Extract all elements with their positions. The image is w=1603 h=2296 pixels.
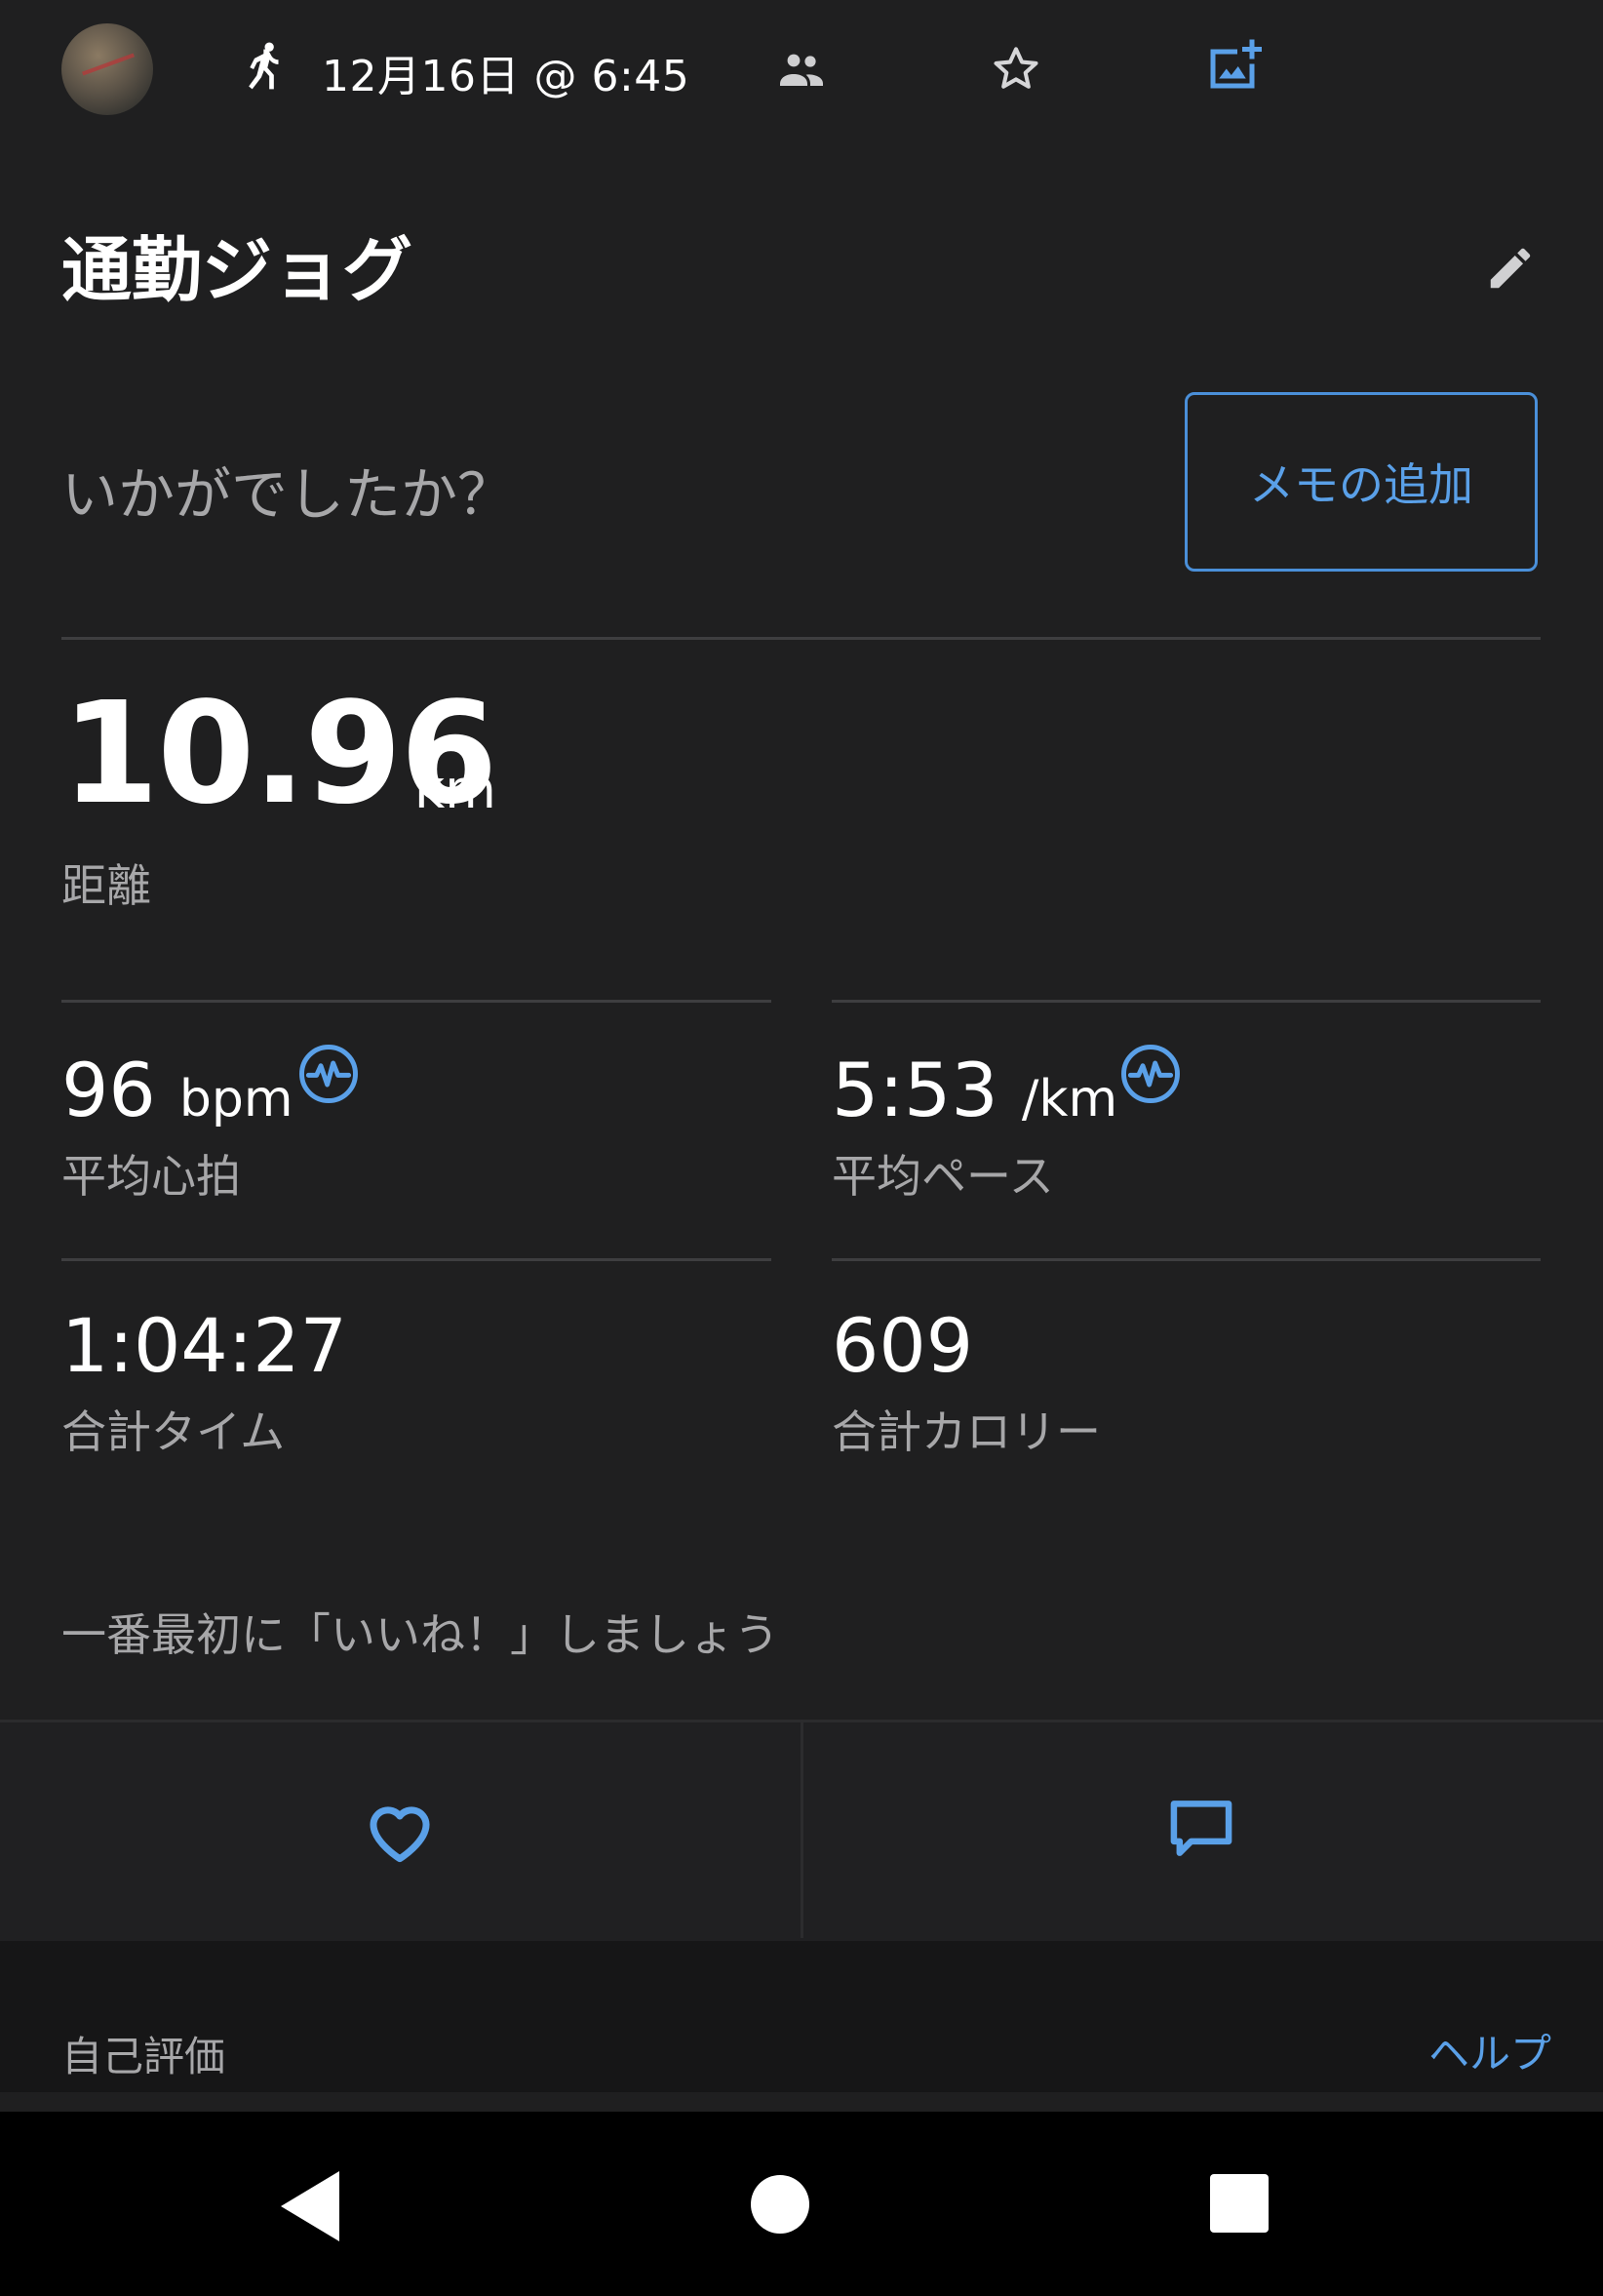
like-heart-icon[interactable] xyxy=(361,1797,439,1865)
comment-icon[interactable] xyxy=(1166,1797,1236,1863)
activity-title: 通勤ジョグ xyxy=(61,229,413,311)
divider xyxy=(61,1258,771,1261)
distance-unit: km xyxy=(414,759,496,820)
divider xyxy=(832,1258,1541,1261)
self-evaluation-label: 自己評価 xyxy=(61,2033,226,2080)
distance-label: 距離 xyxy=(61,859,151,912)
avg-heart-rate-value: 96 bpm xyxy=(61,1047,293,1133)
people-icon[interactable] xyxy=(777,51,826,90)
calories-value: 609 xyxy=(832,1302,974,1389)
avg-pace-label: 平均ペース xyxy=(832,1150,1054,1203)
feedback-prompt: いかがでしたか？ xyxy=(61,461,515,528)
heart-rate-chart-icon[interactable] xyxy=(296,1042,361,1106)
edit-icon[interactable] xyxy=(1484,242,1537,295)
calories-label: 合計カロリー xyxy=(832,1405,1101,1458)
avg-heart-rate-label: 平均心拍 xyxy=(61,1150,241,1203)
divider xyxy=(61,637,1541,640)
avg-pace-unit: /km xyxy=(1021,1070,1118,1128)
running-icon xyxy=(249,42,279,90)
activity-date: 12月16日 @ 6:45 xyxy=(322,52,690,101)
total-time-value: 1:04:27 xyxy=(61,1302,347,1389)
home-icon[interactable] xyxy=(751,2175,809,2234)
add-photo-icon[interactable] xyxy=(1203,37,1262,96)
add-memo-button[interactable]: メモの追加 xyxy=(1185,392,1538,572)
back-icon[interactable] xyxy=(281,2171,343,2241)
avg-heart-rate-unit: bpm xyxy=(178,1070,293,1128)
pace-chart-icon[interactable] xyxy=(1118,1042,1183,1106)
recent-apps-icon[interactable] xyxy=(1210,2174,1269,2233)
divider xyxy=(832,1000,1541,1003)
total-time-label: 合計タイム xyxy=(61,1405,286,1458)
star-icon[interactable] xyxy=(990,43,1042,96)
divider xyxy=(61,1000,771,1003)
self-evaluation-section xyxy=(0,1941,1603,2092)
avatar[interactable] xyxy=(61,23,153,115)
avg-pace-value: 5:53 /km xyxy=(832,1047,1118,1133)
like-prompt: 一番最初に「いいね！」しましょう xyxy=(61,1608,779,1661)
divider xyxy=(801,1720,803,1938)
help-link[interactable]: ヘルプ xyxy=(1428,2021,1551,2080)
